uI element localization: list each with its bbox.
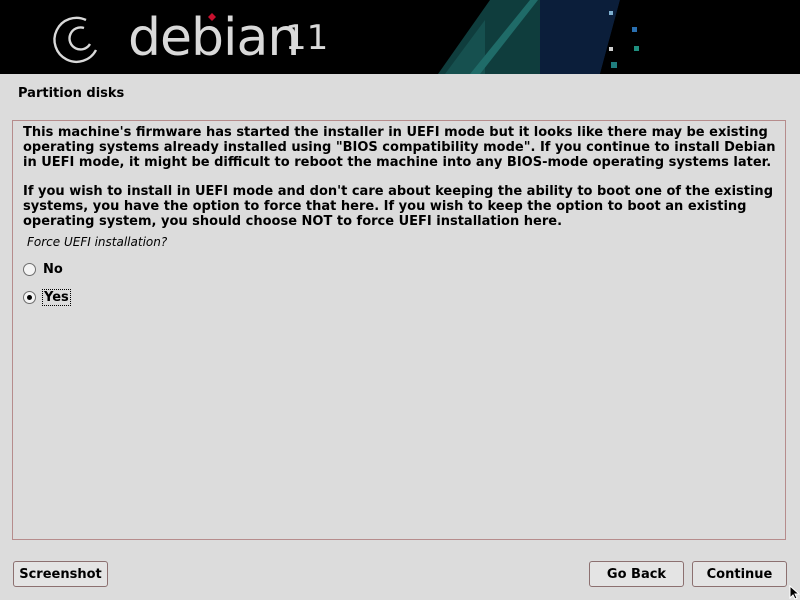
content-panel: This machine's firmware has started the … (12, 120, 786, 540)
banner-artwork (53, 0, 700, 74)
radio-option-no[interactable]: No (23, 259, 64, 279)
logo-version: 11 (285, 18, 329, 58)
description-paragraph-2: If you wish to install in UEFI mode and … (23, 184, 773, 229)
go-back-button[interactable]: Go Back (589, 561, 684, 587)
question-label: Force UEFI installation? (27, 235, 168, 249)
header-banner: debian 11 (0, 0, 800, 74)
screenshot-button[interactable]: Screenshot (13, 561, 108, 587)
radio-label-yes[interactable]: Yes (42, 288, 71, 306)
mouse-cursor-icon (789, 585, 800, 600)
debian-swirl-icon (53, 16, 98, 64)
radio-button-no[interactable] (23, 262, 36, 276)
continue-button[interactable]: Continue (692, 561, 787, 587)
logo-text: debian (128, 8, 300, 68)
radio-label-no[interactable]: No (42, 262, 64, 277)
page-title: Partition disks (18, 86, 125, 101)
radio-option-yes[interactable]: Yes (23, 287, 71, 307)
radio-button-yes[interactable] (23, 290, 36, 304)
description-paragraph-1: This machine's firmware has started the … (23, 125, 776, 170)
